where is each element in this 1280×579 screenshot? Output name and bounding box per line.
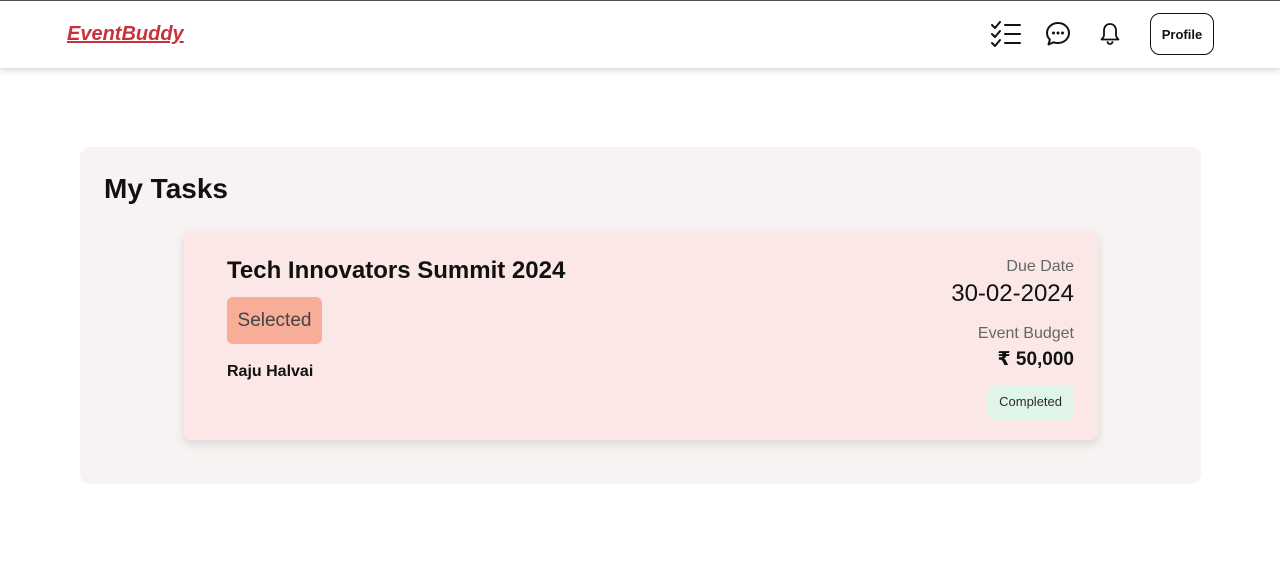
due-date-value: 30-02-2024 (951, 280, 1074, 307)
chat-icon[interactable] (1042, 18, 1074, 50)
event-budget-label: Event Budget (977, 325, 1074, 342)
my-tasks-panel: My Tasks Tech Innovators Summit 2024 Sel… (80, 147, 1201, 484)
task-details: Due Date 30-02-2024 Event Budget ₹ 50,00… (951, 257, 1074, 419)
selection-status-badge: Selected (227, 297, 322, 344)
due-date-label: Due Date (1006, 258, 1074, 275)
page-title: My Tasks (104, 173, 228, 204)
profile-button[interactable]: Profile (1150, 13, 1214, 55)
navbar: EventBuddy Profile (0, 1, 1280, 68)
brand-logo[interactable]: EventBuddy (67, 23, 184, 46)
bell-icon[interactable] (1094, 18, 1126, 50)
assignee-name: Raju Halvai (227, 363, 314, 380)
event-budget-value: ₹ 50,000 (997, 349, 1074, 370)
task-card[interactable]: Tech Innovators Summit 2024 Selected Raj… (184, 231, 1098, 440)
tasks-icon[interactable] (990, 18, 1022, 50)
task-title: Tech Innovators Summit 2024 (227, 257, 566, 284)
nav-actions: Profile (990, 13, 1214, 55)
status-badge: Completed (987, 385, 1074, 419)
